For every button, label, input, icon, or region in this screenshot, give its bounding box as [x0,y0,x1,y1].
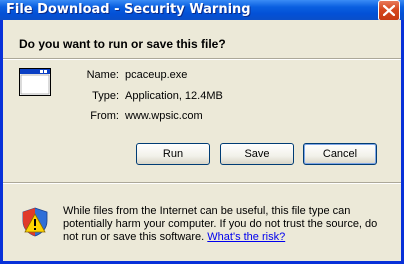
cancel-button[interactable]: Cancel [303,143,377,165]
whats-the-risk-link[interactable]: What's the risk? [207,231,285,243]
run-button[interactable]: Run [136,143,210,165]
dialog-body: Do you want to run or save this file? Na… [3,20,401,261]
header-divider [3,58,401,60]
security-warning-window: File Download - Security Warning Do you … [0,0,404,264]
window-title: File Download - Security Warning [6,2,251,17]
security-shield-warning-icon [22,207,48,237]
close-button[interactable] [378,0,400,21]
close-icon [383,5,395,16]
dialog-question: Do you want to run or save this file? [19,37,226,51]
title-bar[interactable]: File Download - Security Warning [0,0,404,21]
file-from-label: From: [90,110,119,122]
file-type-value: Application, 12.4MB [125,90,223,102]
warning-message: While files from the Internet can be use… [63,205,393,244]
dialog-header: Do you want to run or save this file? [3,20,401,76]
file-name-value: pcaceup.exe [125,69,188,81]
file-name-label: Name: [86,69,119,81]
warning-divider [3,182,401,184]
file-type-label: Type: [92,90,119,102]
file-from-value: www.wpsic.com [125,110,203,122]
save-button[interactable]: Save [220,143,294,165]
application-window-icon [19,68,51,96]
